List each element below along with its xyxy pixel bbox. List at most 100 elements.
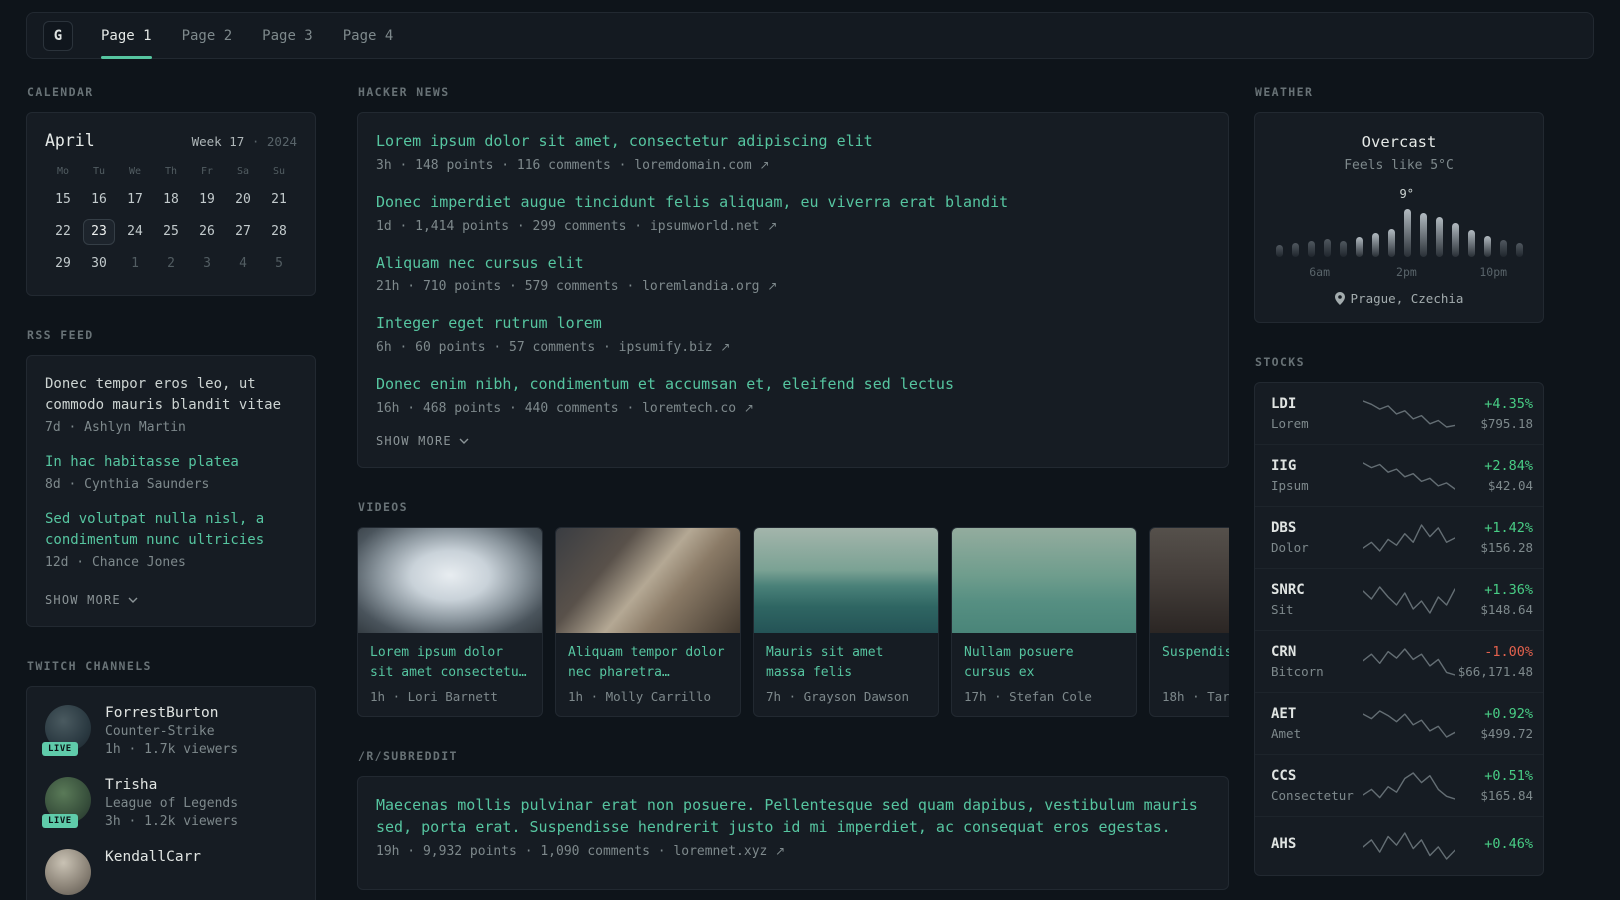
stock-company: Bitcorn — [1271, 664, 1324, 679]
hackernews-item-domain-link[interactable]: ipsumify.biz ↗ — [619, 340, 731, 355]
video-title[interactable]: Mauris sit amet massa felis — [766, 643, 926, 683]
hackernews-item-meta: 6h · 60 points · 57 comments · ipsumify.… — [376, 340, 1210, 355]
stock-change: +1.42% — [1484, 520, 1533, 536]
twitch-channel-row[interactable]: LIVE Trisha League of Legends 3h · 1.2k … — [42, 777, 297, 829]
video-title[interactable]: Lorem ipsum dolor sit amet consectetu… — [370, 643, 530, 683]
video-title[interactable]: Suspendisse diam — [1162, 643, 1229, 683]
channel-avatar: LIVE — [45, 849, 91, 895]
page-tab[interactable]: Page 4 — [343, 13, 394, 58]
video-thumbnail[interactable] — [358, 527, 542, 633]
page-tab[interactable]: Page 1 — [101, 13, 152, 59]
video-title[interactable]: Aliquam tempor dolor nec pharetra… — [568, 643, 728, 683]
dashboard: CALENDAR April Week 17 · 2024 Mo Tu We T… — [0, 59, 1620, 900]
video-thumbnail[interactable] — [1150, 527, 1229, 633]
hackernews-item-domain-link[interactable]: loremlandia.org ↗ — [642, 279, 777, 294]
hackernews-item-domain: ipsumworld.net — [649, 218, 760, 234]
video-meta: 1h · Lori Barnett — [370, 689, 498, 705]
twitch-channel-row[interactable]: LIVE ForrestBurton Counter-Strike 1h · 1… — [42, 705, 297, 757]
hackernews-item-domain: loremtech.co — [642, 400, 737, 416]
stock-row[interactable]: SNRC Sit +1.36% $148.64 — [1255, 568, 1543, 630]
calendar-dow-label: Tu — [92, 166, 106, 177]
stock-ticker: AET — [1271, 706, 1297, 722]
hackernews-item-title[interactable]: Donec enim nibh, condimentum et accumsan… — [376, 374, 1210, 396]
stock-row[interactable]: CRN Bitcorn -1.00% $66,171.48 — [1255, 630, 1543, 692]
calendar-day-cell: 26 — [199, 224, 215, 239]
center-column: HACKER NEWS Lorem ipsum dolor sit amet, … — [357, 85, 1229, 900]
hackernews-item-domain-link[interactable]: ipsumworld.net ↗ — [650, 219, 777, 234]
calendar-day-cell: 20 — [235, 192, 251, 207]
stock-numbers: +1.42% $156.28 — [1455, 520, 1533, 555]
stock-row[interactable]: IIG Ipsum +2.84% $42.04 — [1255, 444, 1543, 506]
calendar-day-cell: 5 — [275, 256, 283, 271]
video-info: Nullam posuere cursus ex 17h · Stefan Co… — [952, 633, 1136, 716]
calendar-day-cell: 4 — [239, 256, 247, 271]
calendar-dow-label: Fr — [200, 166, 214, 177]
rss-item-title[interactable]: In hac habitasse platea — [45, 452, 297, 473]
calendar-day-cell: 21 — [271, 192, 287, 207]
video-card[interactable]: Lorem ipsum dolor sit amet consectetu… 1… — [357, 526, 543, 718]
stock-identity: AET Amet — [1271, 706, 1363, 741]
channel-info: Trisha League of Legends 3h · 1.2k viewe… — [105, 777, 238, 829]
rss-item-title[interactable]: Donec tempor eros leo, ut commodo mauris… — [45, 374, 297, 416]
calendar-dow-label: Mo — [56, 166, 70, 177]
calendar-day-cell: 27 — [235, 224, 251, 239]
stock-row[interactable]: DBS Dolor +1.42% $156.28 — [1255, 506, 1543, 568]
hackernews-item-title[interactable]: Donec imperdiet augue tincidunt felis al… — [376, 192, 1210, 214]
stock-row[interactable]: AHS +0.46% — [1255, 816, 1543, 875]
stock-row[interactable]: CCS Consectetur +0.51% $165.84 — [1255, 754, 1543, 816]
rss-item-meta: 7d · Ashlyn Martin — [45, 420, 186, 435]
hackernews-item-title[interactable]: Lorem ipsum dolor sit amet, consectetur … — [376, 131, 1210, 153]
video-thumbnail[interactable] — [952, 527, 1136, 633]
video-meta: 18h · Tara — [1162, 688, 1229, 704]
subreddit-post-domain-link[interactable]: loremnet.xyz ↗ — [673, 844, 785, 859]
hackernews-item-title[interactable]: Integer eget rutrum lorem — [376, 313, 1210, 335]
stock-row[interactable]: AET Amet +0.92% $499.72 — [1255, 692, 1543, 754]
page-tab[interactable]: Page 3 — [262, 13, 313, 58]
subreddit-post-title[interactable]: Maecenas mollis pulvinar erat non posuer… — [376, 795, 1210, 839]
hackernews-item-title[interactable]: Aliquam nec cursus elit — [376, 253, 1210, 275]
rss-show-more-button[interactable]: SHOW MORE — [45, 593, 138, 607]
rss-item-title[interactable]: Sed volutpat nulla nisl, a condimentum n… — [45, 509, 297, 551]
video-card[interactable]: Nullam posuere cursus ex 17h · Stefan Co… — [951, 526, 1137, 718]
stock-sparkline — [1363, 522, 1455, 554]
hackernews-item-domain-link[interactable]: loremtech.co ↗ — [642, 401, 754, 416]
stock-numbers: +0.92% $499.72 — [1455, 706, 1533, 741]
channel-name: KendallCarr — [105, 849, 202, 865]
video-card[interactable]: Aliquam tempor dolor nec pharetra… 1h · … — [555, 526, 741, 718]
hackernews-show-more-button[interactable]: SHOW MORE — [376, 434, 469, 448]
hackernews-list: Lorem ipsum dolor sit amet, consectetur … — [376, 131, 1210, 416]
video-thumbnail[interactable] — [754, 527, 938, 633]
stock-ticker: CCS — [1271, 768, 1297, 784]
video-title[interactable]: Nullam posuere cursus ex — [964, 643, 1124, 683]
stock-ticker: IIG — [1271, 458, 1297, 474]
video-card[interactable]: Mauris sit amet massa felis 7h · Grayson… — [753, 526, 939, 718]
stock-change: +1.36% — [1484, 582, 1533, 598]
calendar-day-cell: 19 — [199, 192, 215, 207]
video-thumbnail[interactable] — [556, 527, 740, 633]
stock-numbers: +0.46% — [1455, 836, 1533, 856]
calendar-dow-row: Mo Tu We Th Fr Sa Su — [45, 166, 297, 177]
external-link-icon: ↗ — [767, 279, 778, 294]
right-column: WEATHER Overcast Feels like 5°C 9° 6am 2… — [1254, 85, 1544, 900]
stock-change: +0.92% — [1484, 706, 1533, 722]
calendar-year: 2024 — [266, 134, 297, 149]
stock-row[interactable]: LDI Lorem +4.35% $795.18 — [1255, 383, 1543, 444]
stock-ticker: AHS — [1271, 836, 1297, 852]
stocks-card: LDI Lorem +4.35% $795.18 IIG Ipsum +2.84… — [1254, 382, 1544, 876]
page-tab[interactable]: Page 2 — [182, 13, 233, 58]
calendar-week-year: Week 17 · 2024 — [192, 134, 297, 149]
stock-change: +4.35% — [1484, 396, 1533, 412]
weather-card: Overcast Feels like 5°C 9° 6am 2pm 10pm … — [1254, 112, 1544, 323]
twitch-channel-row[interactable]: LIVE KendallCarr — [45, 849, 297, 895]
weather-feels-like: Feels like 5°C — [1344, 158, 1454, 173]
subreddit-widget: /R/SUBREDDIT Maecenas mollis pulvinar er… — [357, 749, 1229, 890]
app-logo[interactable]: G — [43, 20, 73, 51]
subreddit-card: Maecenas mollis pulvinar erat non posuer… — [357, 776, 1229, 890]
calendar-day-cell: 17 — [127, 192, 143, 207]
video-card[interactable]: Suspendisse diam 18h · Tara — [1149, 526, 1229, 718]
hackernews-item-domain-link[interactable]: loremdomain.com ↗ — [634, 158, 769, 173]
hackernews-item-stats: 1d · 1,414 points · 299 comments · — [376, 218, 643, 234]
videos-widget: VIDEOS Lorem ipsum dolor sit amet consec… — [357, 500, 1229, 718]
stock-ticker: SNRC — [1271, 582, 1305, 598]
calendar-day-cell: 29 — [55, 256, 71, 271]
